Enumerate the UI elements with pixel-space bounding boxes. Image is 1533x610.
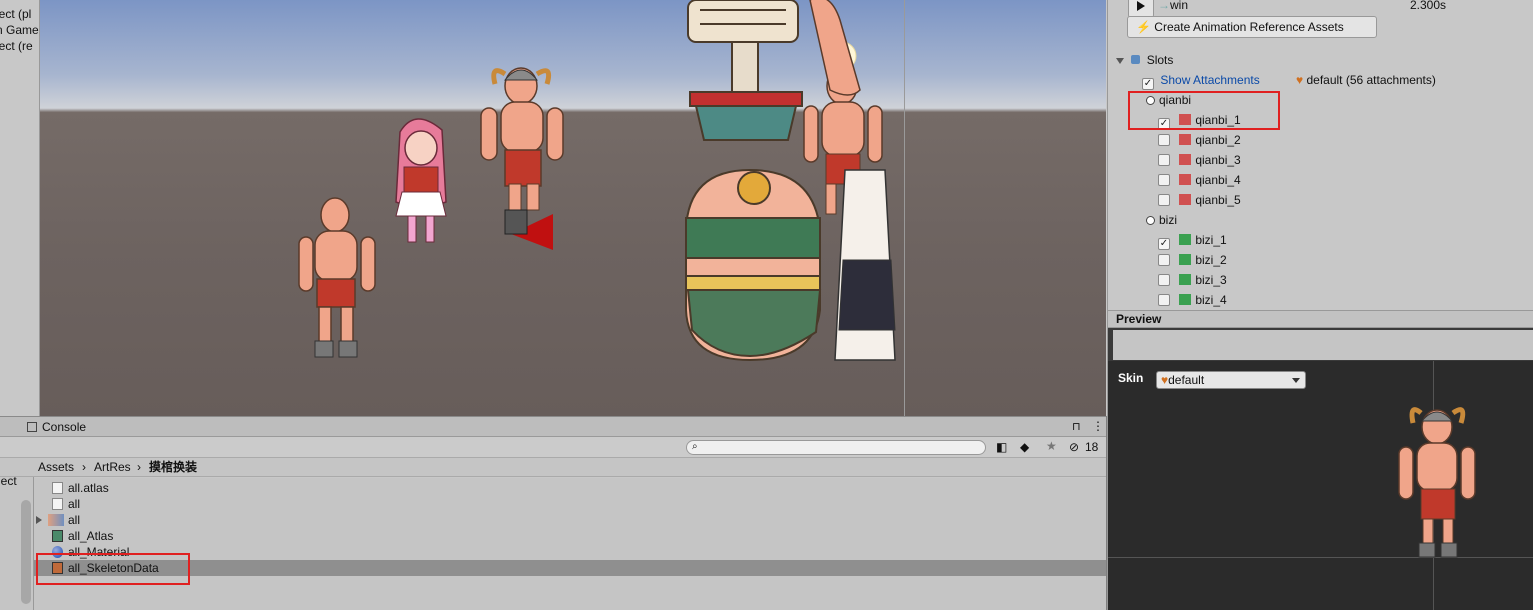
- lock-icon[interactable]: ⊓: [1072, 420, 1081, 433]
- attachment-row[interactable]: bizi_3: [1158, 271, 1227, 289]
- project-file-list: all.atlas all all all_Atlas all_Material…: [34, 478, 1107, 610]
- project-toolbar: ⌕ ◧ ◆ ★ ⊘ 18: [0, 437, 1107, 458]
- attachment-row[interactable]: ✓ bizi_1: [1158, 231, 1227, 250]
- attachment-row[interactable]: qianbi_5: [1158, 191, 1241, 209]
- more-menu-icon[interactable]: ⋮: [1092, 419, 1104, 433]
- breadcrumb-item[interactable]: 摸棺换装: [149, 458, 197, 477]
- preview-viewport[interactable]: Skin ♥default: [1107, 361, 1533, 610]
- attachment-checkbox[interactable]: [1158, 294, 1170, 306]
- attachment-checkbox[interactable]: [1158, 194, 1170, 206]
- scene-outside-camera: [905, 0, 1106, 416]
- list-item[interactable]: all: [34, 512, 1107, 528]
- search-input[interactable]: ⌕: [686, 440, 986, 455]
- attachment-row[interactable]: qianbi_2: [1158, 131, 1241, 149]
- tab-console[interactable]: Console: [24, 417, 86, 437]
- foldout-arrow-icon: [1116, 58, 1124, 64]
- attachment-checkbox[interactable]: [1158, 254, 1170, 266]
- inspector-panel: →win 2.300s ⚡ Create Animation Reference…: [1107, 0, 1533, 310]
- slot-bizi[interactable]: bizi: [1146, 211, 1177, 229]
- skin-dropdown[interactable]: ♥default: [1156, 371, 1306, 389]
- scrollbar[interactable]: [21, 500, 31, 604]
- attachment-checkbox[interactable]: ✓: [1158, 118, 1170, 130]
- scene-characters: [298, 0, 896, 362]
- attachment-row[interactable]: bizi_4: [1158, 291, 1227, 309]
- hidden-packages-count: 18: [1085, 440, 1099, 454]
- scene-view[interactable]: [40, 0, 1106, 416]
- attachment-checkbox[interactable]: ✓: [1158, 238, 1170, 250]
- attachment-checkbox[interactable]: [1158, 174, 1170, 186]
- slot-radio[interactable]: [1146, 216, 1155, 225]
- breadcrumb-item[interactable]: Assets: [38, 458, 74, 477]
- chevron-down-icon: [1292, 378, 1300, 383]
- expand-arrow-icon[interactable]: [36, 516, 42, 524]
- animation-duration: 2.300s: [1410, 0, 1447, 12]
- text-file-icon: [52, 482, 63, 494]
- attachment-icon: [1179, 294, 1192, 305]
- preview-header: Preview: [1107, 310, 1533, 328]
- material-icon: [52, 546, 63, 558]
- texture-icon: [48, 514, 64, 526]
- maid-character: [834, 169, 896, 361]
- filter-by-type-icon[interactable]: ◧: [996, 440, 1007, 454]
- chevron-right-icon: ›: [137, 460, 141, 474]
- hierarchy-row[interactable]: ject (re: [0, 38, 39, 54]
- viking-character: [480, 67, 564, 250]
- attachment-checkbox[interactable]: [1158, 134, 1170, 146]
- hidden-packages-icon[interactable]: ⊘: [1069, 440, 1079, 454]
- attachment-icon: [1179, 254, 1192, 265]
- attachment-row[interactable]: ✓ qianbi_1: [1158, 111, 1241, 130]
- attachment-icon: [1179, 114, 1192, 125]
- default-skin-info: ♥ default (56 attachments): [1296, 73, 1436, 87]
- skeleton-prop: [687, 0, 803, 141]
- hierarchy-row[interactable]: ject (pl: [0, 6, 39, 22]
- text-file-icon: [52, 498, 63, 510]
- strongman-character: [298, 197, 376, 358]
- console-icon: [27, 422, 37, 432]
- play-icon: [1137, 1, 1145, 11]
- slot-radio[interactable]: [1146, 96, 1155, 105]
- skin-icon: ♥: [1296, 73, 1304, 87]
- animation-name: →win: [1158, 0, 1189, 12]
- slots-icon: [1131, 55, 1141, 64]
- checkbox[interactable]: ✓: [1142, 78, 1154, 90]
- attachment-icon: [1179, 194, 1192, 205]
- attachment-row[interactable]: qianbi_4: [1158, 171, 1241, 189]
- attachment-icon: [1179, 154, 1192, 165]
- list-item-selected[interactable]: all_SkeletonData: [34, 560, 1107, 576]
- attachment-icon: [1179, 174, 1192, 185]
- create-animation-reference-button[interactable]: ⚡ Create Animation Reference Assets: [1127, 16, 1377, 38]
- hierarchy-panel: ject (pl n Game ject (re: [0, 0, 40, 416]
- list-item[interactable]: all_Atlas: [34, 528, 1107, 544]
- preview-toolbar: [1107, 328, 1533, 361]
- attachment-row[interactable]: bizi_2: [1158, 251, 1227, 269]
- slot-qianbi[interactable]: qianbi: [1146, 91, 1191, 109]
- list-item[interactable]: all_Material: [34, 544, 1107, 560]
- favorite-star-icon[interactable]: ★: [1046, 439, 1057, 453]
- show-attachments-toggle[interactable]: ✓ Show Attachments: [1142, 71, 1260, 90]
- attachment-checkbox[interactable]: [1158, 154, 1170, 166]
- console-header: Console ⊓ ⋮: [0, 416, 1107, 437]
- filter-by-label-icon[interactable]: ◆: [1020, 440, 1029, 454]
- attachment-checkbox[interactable]: [1158, 274, 1170, 286]
- wand-icon: ⚡: [1136, 20, 1151, 34]
- hierarchy-row[interactable]: n Game: [0, 22, 39, 38]
- list-item[interactable]: all.atlas: [34, 480, 1107, 496]
- chevron-right-icon: ›: [82, 460, 86, 474]
- attachment-icon: [1179, 274, 1192, 285]
- atlas-asset-icon: [52, 530, 63, 542]
- attachment-icon: [1179, 134, 1192, 145]
- breadcrumb-item[interactable]: ArtRes: [94, 458, 131, 477]
- preview-character: [1398, 407, 1476, 558]
- attachment-row[interactable]: qianbi_3: [1158, 151, 1241, 169]
- skin-label: Skin: [1118, 371, 1144, 385]
- girl-character: [395, 118, 447, 243]
- search-icon: ⌕: [692, 441, 698, 452]
- barrel-prop: [685, 168, 822, 362]
- skeleton-data-icon: [52, 562, 63, 574]
- panel-splitter[interactable]: [1106, 416, 1107, 610]
- list-item[interactable]: all: [34, 496, 1107, 512]
- breadcrumb: Assets › ArtRes › 摸棺换装: [0, 458, 1107, 477]
- attachment-icon: [1179, 234, 1192, 245]
- slots-foldout[interactable]: Slots: [1116, 51, 1173, 69]
